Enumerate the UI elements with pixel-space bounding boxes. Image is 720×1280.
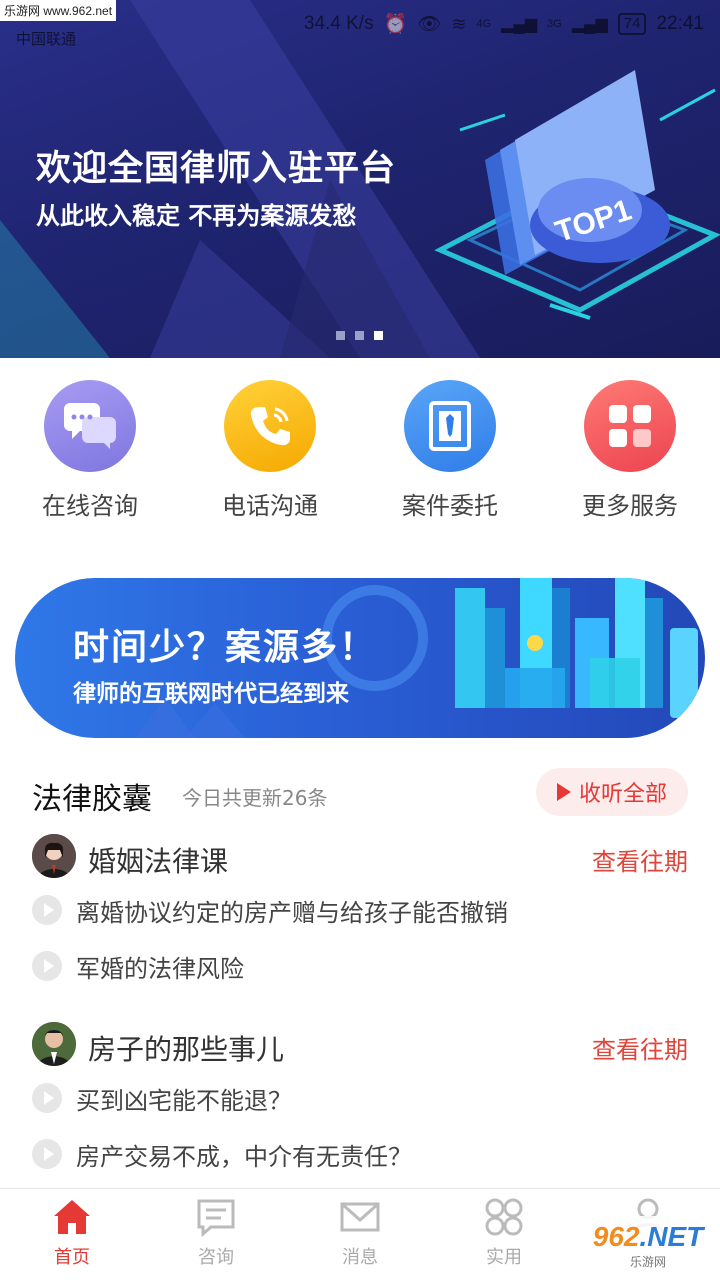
battery-icon: 74 (617, 13, 647, 35)
course-name: 房子的那些事儿 (88, 1033, 285, 1066)
view-past-link[interactable]: 查看往期 (592, 1030, 688, 1065)
network-speed: 34.4 K/s (303, 13, 374, 34)
alarm-icon: ⏰ (383, 14, 408, 35)
site-logo-watermark: 962.NET 乐游网 (582, 1216, 714, 1274)
play-icon[interactable] (32, 1083, 62, 1113)
avatar (32, 1022, 76, 1066)
course-header[interactable]: 房子的那些事儿 查看往期 (32, 1020, 688, 1070)
episode-item[interactable]: 买到凶宅能不能退？ (32, 1070, 688, 1126)
status-bar: 中国联通 34.4 K/s ⏰ 👁 ≋ 4G ▂▄▆ 3G ▂▄▆ 74 22:… (0, 6, 720, 48)
briefcase-tie-icon (404, 380, 496, 472)
promo-subtitle: 律师的互联网时代已经到来 (73, 681, 349, 707)
grid-icon (584, 380, 676, 472)
banner-pagination[interactable] (336, 331, 383, 340)
signal-3g-label: 3G (547, 18, 562, 30)
nav-label: 消息 (342, 1247, 378, 1268)
home-icon (54, 1200, 90, 1234)
city-illustration (455, 578, 698, 718)
legal-capsule-header: 法律胶囊 今日共更新26条 收听全部 (32, 768, 688, 817)
nav-consult[interactable]: 咨询 (144, 1189, 288, 1280)
episode-item[interactable]: 军婚的法律风险 (32, 938, 688, 994)
listen-all-button[interactable]: 收听全部 (536, 768, 688, 816)
episode-title: 离婚协议约定的房产赠与给孩子能否撤销 (76, 898, 508, 927)
episode-item[interactable]: 离婚协议约定的房产赠与给孩子能否撤销 (32, 882, 688, 938)
bottom-navigation: 首页 咨询 消息 实用 962.NET 乐游网 (0, 1188, 720, 1280)
play-icon[interactable] (32, 951, 62, 981)
tools-icon (485, 1198, 523, 1236)
section-title: 法律胶囊 (32, 782, 152, 817)
course-housing-matters: 房子的那些事儿 查看往期 买到凶宅能不能退？ 房产交易不成，中介有无责任？ (32, 1020, 688, 1182)
phone-icon (224, 380, 316, 472)
signal-icon: ▂▄▆ (501, 16, 538, 33)
service-label: 案件委托 (402, 492, 498, 520)
promo-banner[interactable]: 时间少？案源多！ 律师的互联网时代已经到来 (15, 578, 705, 738)
watermark-name: 乐游网 (629, 1254, 666, 1269)
nav-home[interactable]: 首页 (0, 1189, 144, 1280)
course-name: 婚姻法律课 (88, 845, 229, 878)
service-shortcuts: 在线咨询 电话沟通 案件委托 更多服务 (0, 380, 720, 530)
update-count: 今日共更新26条 (182, 786, 328, 810)
listen-all-label: 收听全部 (578, 782, 667, 807)
signal-icon-2: ▂▄▆ (571, 16, 608, 33)
course-header[interactable]: 婚姻法律课 查看往期 (32, 832, 688, 882)
pagination-dot-3[interactable] (374, 331, 383, 340)
play-icon[interactable] (32, 1139, 62, 1169)
pagination-dot-2[interactable] (355, 331, 364, 340)
view-past-link[interactable]: 查看往期 (592, 842, 688, 877)
service-label: 电话沟通 (222, 492, 318, 520)
episode-item[interactable]: 房产交易不成，中介有无责任？ (32, 1126, 688, 1182)
play-icon[interactable] (32, 895, 62, 925)
course-marriage-law: 婚姻法律课 查看往期 离婚协议约定的房产赠与给孩子能否撤销 军婚的法律风险 (32, 832, 688, 994)
nav-label: 实用 (486, 1247, 522, 1268)
play-icon (556, 783, 571, 801)
service-online-consult[interactable]: 在线咨询 (0, 380, 180, 530)
nav-label: 咨询 (198, 1247, 234, 1268)
watermark-brand: 962.NET (592, 1220, 704, 1252)
mail-icon (340, 1202, 380, 1232)
nav-messages[interactable]: 消息 (288, 1189, 432, 1280)
service-label: 在线咨询 (42, 492, 138, 520)
carrier-name: 中国联通 (16, 31, 77, 48)
chat-bubbles-icon (44, 380, 136, 472)
episode-title: 军婚的法律风险 (76, 954, 244, 983)
eye-icon: 👁 (417, 14, 442, 35)
avatar (32, 834, 76, 878)
clock-time: 22:41 (656, 13, 704, 34)
pagination-dot-1[interactable] (336, 331, 345, 340)
service-case-delegation[interactable]: 案件委托 (360, 380, 540, 530)
hero-banner[interactable]: 乐游网 www.962.net 中国联通 34.4 K/s ⏰ 👁 ≋ 4G ▂… (0, 0, 720, 358)
nav-label: 首页 (54, 1247, 90, 1268)
banner-illustration: TOP1 (434, 70, 720, 320)
wifi-icon: ≋ (451, 13, 467, 34)
consult-icon (197, 1199, 235, 1237)
service-phone-call[interactable]: 电话沟通 (180, 380, 360, 530)
service-more[interactable]: 更多服务 (540, 380, 720, 530)
episode-title: 房产交易不成，中介有无责任？ (76, 1142, 412, 1171)
banner-title: 欢迎全国律师入驻平台 (36, 149, 397, 189)
service-label: 更多服务 (582, 492, 678, 520)
signal-4g-label: 4G (476, 18, 492, 30)
episode-title: 买到凶宅能不能退？ (76, 1086, 292, 1115)
nav-tools[interactable]: 实用 (432, 1189, 576, 1280)
banner-subtitle: 从此收入稳定 不再为案源发愁 (36, 202, 357, 230)
status-icons: 34.4 K/s ⏰ 👁 ≋ 4G ▂▄▆ 3G ▂▄▆ 74 22:41 (304, 12, 704, 36)
promo-title: 时间少？案源多！ (73, 627, 378, 668)
